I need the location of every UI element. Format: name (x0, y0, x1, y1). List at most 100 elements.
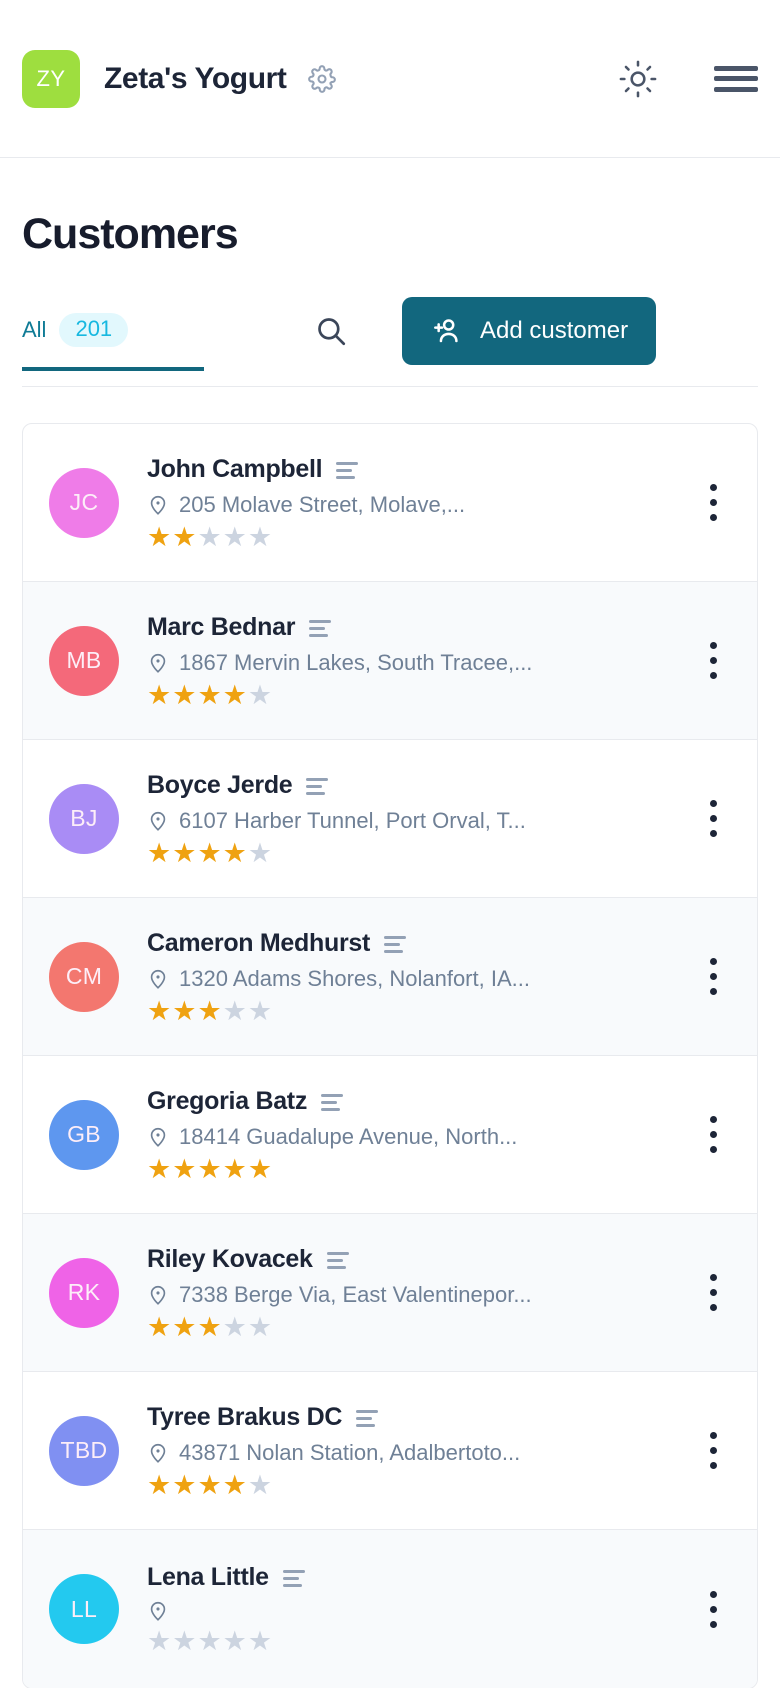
customer-address-line: 7338 Berge Via, East Valentinepor... (147, 1282, 679, 1308)
row-options-button[interactable] (691, 1423, 735, 1479)
kebab-dot (709, 1432, 717, 1439)
notes-icon[interactable] (384, 934, 407, 953)
notes-line (306, 791, 326, 795)
kebab-dot (709, 514, 717, 521)
customer-row[interactable]: JC John Campbell 205 Molave Street, Molave… (23, 424, 757, 582)
notes-line (356, 1416, 373, 1420)
kebab-dot (709, 1605, 717, 1613)
location-pin-icon (150, 495, 166, 515)
rating-stars[interactable]: ★ ★ ★ ★ ★ (147, 1153, 679, 1184)
customer-details: Gregoria Batz 18414 Guadalupe Avenue, Nor… (147, 1087, 679, 1183)
row-options-button[interactable] (691, 949, 735, 1005)
rating-stars[interactable]: ★ ★ ★ ★ ★ (147, 679, 679, 710)
star-empty-icon: ★ (222, 1311, 247, 1342)
notes-line (282, 1584, 302, 1587)
rating-stars[interactable]: ★ ★ ★ ★ ★ (147, 521, 679, 552)
theme-toggle-button[interactable] (618, 59, 658, 99)
row-options-button[interactable] (691, 633, 735, 689)
customer-details: Tyree Brakus DC 43871 Nolan Station, Adal… (147, 1403, 679, 1499)
notes-icon[interactable] (336, 460, 359, 479)
kebab-dot (709, 988, 717, 995)
notes-line (384, 949, 404, 953)
notes-line (321, 1107, 341, 1111)
notes-line (384, 935, 407, 939)
customer-address-line: 1867 Mervin Lakes, South Tracee,... (147, 650, 679, 676)
customer-address: 43871 Nolan Station, Adalbertoto... (179, 1439, 521, 1465)
kebab-dot (709, 672, 717, 679)
row-options-button[interactable] (691, 1265, 735, 1321)
customer-address-line: 43871 Nolan Station, Adalbertoto... (147, 1440, 679, 1466)
add-customer-button[interactable]: Add customer (402, 297, 657, 365)
customer-name-line: Lena Little (147, 1563, 679, 1592)
search-button[interactable] (312, 312, 350, 350)
customer-name: Lena Little (147, 1563, 269, 1591)
customer-row[interactable]: TBD Tyree Brakus DC 43871 Nolan Station, A… (23, 1372, 757, 1530)
customer-row[interactable]: CM Cameron Medhurst 1320 Adams Shores, Nol… (23, 898, 757, 1056)
customer-address: 7338 Berge Via, East Valentinepor... (179, 1281, 532, 1307)
hamburger-menu-button[interactable] (714, 64, 758, 94)
customer-details: Boyce Jerde 6107 Harber Tunnel, Port Orva… (147, 771, 679, 867)
rating-stars[interactable]: ★ ★ ★ ★ ★ (147, 837, 679, 868)
star-filled-icon: ★ (222, 679, 247, 710)
star-filled-icon: ★ (172, 679, 197, 710)
notes-icon[interactable] (321, 1092, 344, 1111)
row-options-button[interactable] (691, 475, 735, 531)
rating-stars[interactable]: ★ ★ ★ ★ ★ (147, 997, 679, 1025)
notes-icon[interactable] (306, 776, 329, 795)
customer-row[interactable]: LL Lena Little ★ ★ ★ ★ ★ (23, 1530, 757, 1688)
star-empty-icon: ★ (197, 1626, 222, 1656)
notes-icon[interactable] (326, 1250, 349, 1269)
notes-line (384, 942, 401, 946)
customer-row[interactable]: RK Riley Kovacek 7338 Berge Via, East Vale… (23, 1214, 757, 1372)
kebab-dot (709, 1304, 717, 1311)
customer-row[interactable]: BJ Boyce Jerde 6107 Harber Tunnel, Port Or… (23, 740, 757, 898)
notes-line (282, 1577, 299, 1580)
kebab-dot (709, 800, 717, 807)
customer-row[interactable]: GB Gregoria Batz 18414 Guadalupe Avenue, N… (23, 1056, 757, 1214)
sun-icon (619, 60, 657, 97)
star-filled-icon: ★ (197, 679, 222, 710)
rating-stars[interactable]: ★ ★ ★ ★ ★ (147, 1628, 679, 1655)
row-options-button[interactable] (691, 1107, 735, 1163)
star-empty-icon: ★ (172, 1626, 197, 1656)
notes-line (321, 1100, 338, 1104)
star-filled-icon: ★ (147, 521, 172, 552)
avatar: GB (49, 1099, 119, 1170)
customer-address-line (147, 1600, 679, 1622)
star-empty-icon: ★ (222, 521, 247, 552)
tab-all-label: All (22, 317, 47, 342)
notes-line (336, 475, 356, 479)
notes-icon[interactable] (356, 1408, 379, 1427)
location-pin-icon (150, 1601, 166, 1621)
notes-line (309, 626, 326, 630)
row-options-button[interactable] (691, 791, 735, 847)
search-icon (318, 318, 346, 346)
kebab-dot (709, 1146, 717, 1153)
rating-stars[interactable]: ★ ★ ★ ★ ★ (147, 1311, 679, 1342)
notes-line (336, 461, 359, 465)
add-customer-label: Add customer (480, 317, 629, 344)
star-filled-icon: ★ (172, 1469, 197, 1500)
star-filled-icon: ★ (172, 837, 197, 868)
kebab-dot (709, 1462, 717, 1469)
tabstrip: All 201 (22, 313, 204, 371)
avatar: CM (49, 941, 119, 1012)
star-empty-icon: ★ (247, 1626, 273, 1656)
gear-icon (307, 64, 336, 93)
notes-icon[interactable] (309, 618, 332, 637)
tab-all[interactable]: All 201 (22, 313, 204, 371)
customer-row[interactable]: MB Marc Bednar 1867 Mervin Lakes, South Tr… (23, 582, 757, 740)
hamburger-line (714, 86, 758, 92)
settings-button[interactable] (307, 64, 337, 94)
avatar: LL (49, 1574, 119, 1644)
star-filled-icon: ★ (197, 1153, 222, 1184)
customer-name: Boyce Jerde (147, 770, 293, 799)
notes-icon[interactable] (282, 1568, 305, 1587)
active-tab-indicator (22, 367, 204, 371)
app-logo[interactable]: ZY (22, 49, 80, 108)
customer-details: Lena Little ★ ★ ★ ★ ★ (147, 1563, 679, 1655)
avatar-initials: GB (67, 1121, 101, 1147)
rating-stars[interactable]: ★ ★ ★ ★ ★ (147, 1469, 679, 1500)
row-options-button[interactable] (691, 1581, 735, 1637)
logo-initials: ZY (36, 65, 66, 91)
